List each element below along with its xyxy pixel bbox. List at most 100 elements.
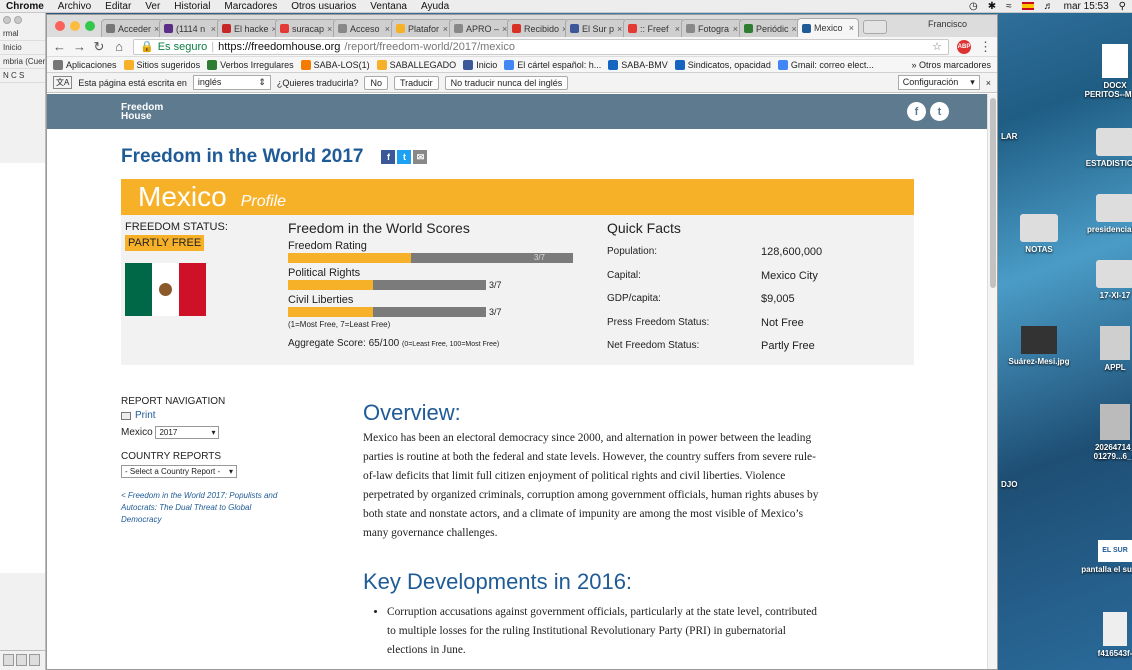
browser-tab[interactable]: suracap × <box>275 19 337 37</box>
browser-tab[interactable]: :: Freef × <box>623 19 685 37</box>
close-tab-icon[interactable]: × <box>211 24 216 34</box>
menubar-clock[interactable]: mar 15:53 <box>1064 1 1109 12</box>
menu-ver[interactable]: Ver <box>145 1 160 12</box>
close-tab-icon[interactable]: × <box>617 24 622 34</box>
profile-button[interactable]: Francisco <box>928 19 967 29</box>
browser-tab[interactable]: Fotogra × <box>681 19 743 37</box>
translate-yes-button[interactable]: Traducir <box>393 75 439 90</box>
forward-icon[interactable]: → <box>73 39 86 54</box>
icon-label: DOCX <box>1103 81 1127 90</box>
input-language-icon[interactable] <box>1021 2 1034 10</box>
twitter-icon[interactable]: t <box>930 102 949 121</box>
close-tab-icon[interactable]: × <box>443 24 448 34</box>
close-tab-icon[interactable]: × <box>733 24 738 34</box>
close-translate-icon[interactable]: × <box>986 78 991 88</box>
browser-tab[interactable]: El hacke× <box>217 19 279 37</box>
chrome-menu-icon[interactable]: ⋮ <box>979 39 992 55</box>
browser-tab[interactable]: APRO – × <box>449 19 511 37</box>
browser-tab[interactable]: Platafor × <box>391 19 453 37</box>
scrollbar-thumb[interactable] <box>990 98 996 288</box>
page-scrollbar[interactable] <box>987 94 997 669</box>
bg-row[interactable]: N C S <box>0 69 45 83</box>
menu-marcadores[interactable]: Marcadores <box>224 1 277 12</box>
facebook-icon[interactable]: f <box>907 102 926 121</box>
zoom-window-icon[interactable] <box>85 21 95 31</box>
lock-icon[interactable]: 🔒 <box>140 40 154 53</box>
browser-tab[interactable]: Acceder × <box>101 19 163 37</box>
browser-tab[interactable]: (1114 n × <box>159 19 221 37</box>
year-select[interactable]: 2017 ▾ <box>155 426 220 439</box>
desktop-image-file[interactable]: 20264714_01279...6_n <box>1080 404 1132 461</box>
new-tab-button[interactable] <box>863 20 887 34</box>
desktop-folder[interactable]: ESTADISTICOS <box>1080 128 1132 168</box>
bookmark-item[interactable]: SABA-BMV <box>608 59 668 70</box>
menu-otros-usuarios[interactable]: Otros usuarios <box>291 1 356 12</box>
bookmark-item[interactable]: Verbos Irregulares <box>207 59 294 70</box>
browser-tab[interactable]: Mexico × <box>797 18 859 37</box>
never-translate-button[interactable]: No traducir nunca del inglés <box>444 75 569 90</box>
share-twitter-icon[interactable]: t <box>397 150 412 164</box>
bg-row[interactable]: mbria (Cuerp <box>0 55 45 69</box>
site-logo[interactable]: Freedom House <box>121 102 163 121</box>
bookmark-item[interactable]: SABA-LOS(1) <box>300 59 370 70</box>
wifi-icon[interactable]: ≈ <box>1006 1 1012 12</box>
close-tab-icon[interactable]: × <box>385 24 390 34</box>
desktop-image-file[interactable]: Suárez-Mesi.jpg <box>1004 326 1074 366</box>
freedom-world-link[interactable]: < Freedom in the World 2017: Populists a… <box>121 490 291 526</box>
menu-ayuda[interactable]: Ayuda <box>421 1 449 12</box>
desktop-file-docx[interactable]: DOCXPERITOS--MANI <box>1080 44 1132 99</box>
bookmark-item[interactable]: SABALLEGADO <box>376 59 456 70</box>
minimize-window-icon[interactable] <box>70 21 80 31</box>
close-window-icon[interactable] <box>55 21 65 31</box>
print-link[interactable]: Print <box>121 410 291 421</box>
bookmark-item[interactable]: Gmail: correo elect... <box>777 59 874 70</box>
desktop-folder[interactable]: presidenciable <box>1080 194 1132 234</box>
country-report-select[interactable]: - Select a Country Report - ▾ <box>121 465 237 478</box>
bg-view-icon[interactable] <box>29 654 40 666</box>
address-bar[interactable]: 🔒 Es seguro | https://freedomhouse.org/r… <box>133 38 949 55</box>
close-tab-icon[interactable]: × <box>792 24 797 34</box>
browser-tab[interactable]: Periódic × <box>739 19 801 37</box>
browser-tab[interactable]: Recibido× <box>507 19 569 37</box>
language-select[interactable]: inglés ⇕ <box>192 75 271 90</box>
share-facebook-icon[interactable]: f <box>381 150 396 164</box>
menu-ventana[interactable]: Ventana <box>370 1 407 12</box>
translate-config-select[interactable]: Configuración ▾ <box>897 75 980 90</box>
volume-icon[interactable]: ♬ <box>1044 1 1054 12</box>
home-icon[interactable]: ⌂ <box>113 39 125 54</box>
close-tab-icon[interactable]: × <box>849 23 854 33</box>
bluetooth-icon[interactable]: ✱ <box>988 1 996 12</box>
menu-historial[interactable]: Historial <box>174 1 210 12</box>
close-tab-icon[interactable]: × <box>327 24 332 34</box>
bookmark-item[interactable]: Sindicatos, opacidad <box>674 59 771 70</box>
translate-no-button[interactable]: No <box>364 75 388 90</box>
spotlight-icon[interactable]: ⚲ <box>1119 1 1126 12</box>
desktop-folder[interactable]: 17-XI-17 <box>1080 260 1132 300</box>
bg-min-icon[interactable] <box>14 16 22 24</box>
back-icon[interactable]: ← <box>53 39 66 54</box>
other-bookmarks[interactable]: » Otros marcadores <box>911 60 991 70</box>
bookmark-item[interactable]: Aplicaciones <box>53 59 117 70</box>
adblock-icon[interactable]: ABP <box>957 39 971 54</box>
share-email-icon[interactable]: ✉ <box>413 150 428 164</box>
browser-tab[interactable]: El Sur p × <box>565 19 627 37</box>
close-tab-icon[interactable]: × <box>675 24 680 34</box>
bg-close-icon[interactable] <box>3 16 11 24</box>
reload-icon[interactable]: ↻ <box>93 39 105 55</box>
bookmark-star-icon[interactable]: ☆ <box>932 40 942 53</box>
desktop-image-file[interactable]: f416543f- <box>1080 612 1132 658</box>
clock-icon[interactable]: ◷ <box>969 1 978 12</box>
desktop-image-file[interactable]: EL SUR pantalla el sur.jpg <box>1080 540 1132 574</box>
desktop-folder[interactable]: NOTAS <box>1004 214 1074 254</box>
bookmark-item[interactable]: El cártel español: h... <box>504 59 601 70</box>
desktop-app-file[interactable]: APPL <box>1080 326 1132 372</box>
menu-editar[interactable]: Editar <box>105 1 131 12</box>
bg-row[interactable]: Inicio <box>0 41 45 55</box>
browser-tab[interactable]: Acceso × <box>333 19 395 37</box>
bookmark-item[interactable]: Sitios sugeridos <box>123 59 200 70</box>
bg-view-icon[interactable] <box>16 654 27 666</box>
bg-view-icon[interactable] <box>3 654 14 666</box>
menu-archivo[interactable]: Archivo <box>58 1 91 12</box>
bookmark-item[interactable]: Inicio <box>463 59 497 70</box>
menubar-app[interactable]: Chrome <box>6 1 44 12</box>
